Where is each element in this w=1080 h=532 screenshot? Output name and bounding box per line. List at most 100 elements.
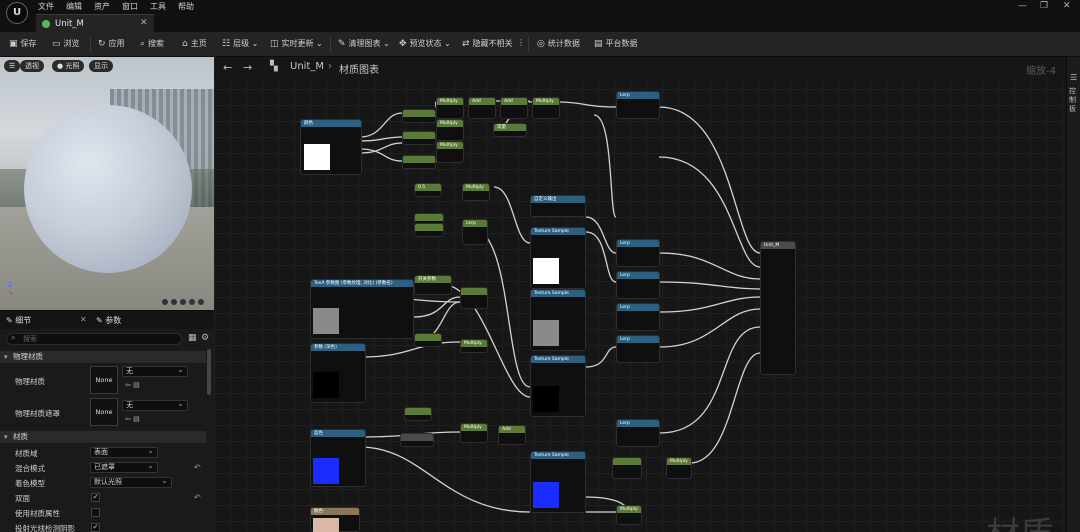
node-param-white[interactable]: 颜色 (300, 119, 362, 175)
node-texture-sample-1[interactable]: Texture Sample (530, 227, 586, 289)
search-button[interactable]: ⌕ 搜索 (140, 38, 164, 51)
preview-shape-sphere-icon[interactable] (161, 298, 169, 306)
menu-file[interactable]: 文件 (38, 1, 54, 12)
viewport-menu-icon[interactable]: ☰ (4, 60, 21, 72)
lit-button[interactable]: ● 光照 (52, 60, 85, 72)
close-window-button[interactable]: ✕ (1063, 1, 1071, 11)
node-const-7[interactable] (400, 433, 434, 447)
preview-shape-cylinder-icon[interactable] (179, 298, 187, 306)
phys-mask-picker[interactable]: 无 (122, 399, 188, 411)
node-multiply-4[interactable]: Multiply (436, 141, 464, 163)
reset-to-default-icon[interactable]: ↶ (194, 463, 201, 472)
blend-mode-select[interactable]: 已遮罩 (90, 461, 158, 473)
preview-shape-cube-icon[interactable] (170, 298, 178, 306)
preview-viewport[interactable]: ☰ 透视 ● 光照 显示 Z ↘↗ (0, 57, 214, 310)
tab-params[interactable]: ✎ 参数 (96, 315, 121, 326)
preview-shape-mesh-icon[interactable] (197, 298, 205, 306)
node-const-1[interactable]: 常量 (493, 123, 527, 137)
node-remap[interactable]: 自定义输出 (530, 195, 586, 217)
material-attributes-checkbox[interactable] (91, 508, 100, 517)
preview-state-dropdown[interactable]: ✥ 预览状态 ⌄ (399, 38, 451, 51)
phys-mask-thumbnail[interactable]: None (90, 398, 118, 426)
preview-shape-plane-icon[interactable] (188, 298, 196, 306)
node-multiply-9[interactable]: Multiply (616, 505, 642, 525)
node-lerp-4[interactable]: Lerp (616, 303, 660, 331)
home-button[interactable]: ⌂ 主页 (182, 38, 207, 51)
node-material-result[interactable]: Unit_M (760, 241, 796, 375)
node-multiply-7[interactable]: Multiply (460, 423, 488, 443)
node-lerp-2[interactable]: Lerp (616, 239, 660, 267)
palette-tab[interactable]: 控制板 (1069, 87, 1079, 114)
shading-model-select[interactable]: 默认光照 (90, 476, 172, 488)
node-multiply-2[interactable]: Multiply (532, 97, 560, 119)
palette-icon[interactable]: ☰ (1070, 73, 1077, 82)
table-view-icon[interactable]: ▦ (188, 333, 197, 343)
menu-tools[interactable]: 工具 (150, 1, 166, 12)
node-param-dark[interactable]: 参数 (深色) (310, 343, 366, 403)
section-material[interactable]: 材质 (0, 431, 206, 443)
details-search-input[interactable]: ⌕ 搜索 (6, 333, 182, 345)
node-multiply-5[interactable]: Multiply (462, 183, 490, 201)
minimize-button[interactable]: — (1018, 1, 1027, 11)
details-scrollbar[interactable] (207, 349, 211, 395)
node-mask-r[interactable] (402, 109, 436, 123)
use-selected-icon[interactable]: ⇦ ▤ (125, 415, 140, 423)
stats-button[interactable]: ◎ 统计数据 (537, 38, 580, 51)
tab-details[interactable]: ✎ 细节 (6, 315, 31, 326)
platform-stats-button[interactable]: ▤ 平台数据 (594, 38, 638, 51)
two-sided-checkbox[interactable]: ✔ (91, 493, 100, 502)
forward-arrow-icon[interactable]: → (243, 61, 252, 74)
apply-button[interactable]: ↻ 应用 (98, 38, 125, 51)
node-const-5[interactable] (414, 333, 442, 347)
node-mask-b[interactable] (402, 155, 436, 169)
node-multiply-6[interactable]: Multiply (460, 339, 488, 353)
phys-mat-thumbnail[interactable]: None (90, 366, 118, 394)
back-arrow-icon[interactable]: ← (223, 61, 232, 74)
node-add-3[interactable]: Add (498, 425, 526, 445)
browse-button[interactable]: ▭ 浏览 (52, 38, 80, 51)
phys-mat-picker[interactable]: 无 (122, 365, 188, 377)
material-graph-canvas[interactable]: ← → ▚ Unit_M › 材质图表 缩放-4 材质 颜色 Multiply … (214, 57, 1066, 532)
node-lerp-3[interactable]: Lerp (616, 271, 660, 299)
node-multiply-1[interactable]: Multiply (436, 97, 464, 119)
node-power[interactable] (460, 287, 488, 309)
hide-unrelated-button[interactable]: ⇄ 隐藏不相关 (462, 38, 513, 51)
node-param-texture[interactable]: TexA 参数图 (参数纹理, 对比) (参数名) (310, 279, 414, 339)
node-lerp-top[interactable]: Lerp (616, 91, 660, 119)
toolbar-more-icon[interactable]: ⋮ (517, 38, 525, 51)
unreal-logo-icon[interactable]: U (6, 2, 28, 24)
document-tab-unit-m[interactable]: Unit_M ✕ (36, 14, 154, 32)
menu-window[interactable]: 窗口 (122, 1, 138, 12)
node-const-6[interactable] (404, 407, 432, 421)
reset-to-default-icon[interactable]: ↶ (194, 493, 201, 502)
node-const-8[interactable] (612, 457, 642, 479)
live-update-dropdown[interactable]: ◫ 实时更新 ⌄ (270, 38, 323, 51)
menu-help[interactable]: 帮助 (178, 1, 194, 12)
node-add-2[interactable]: Add (500, 97, 528, 119)
node-mask-g[interactable] (402, 131, 436, 145)
domain-select[interactable]: 表面 (90, 446, 158, 458)
node-add-1[interactable]: Add (468, 97, 496, 119)
use-selected-icon[interactable]: ⇦ ▤ (125, 381, 140, 389)
node-const-2[interactable]: 0.5 (414, 183, 442, 197)
breadcrumb-leaf[interactable]: 材质图表 (339, 61, 379, 76)
close-tab-icon[interactable]: ✕ (140, 18, 148, 28)
save-button[interactable]: ▣ 保存 (9, 38, 37, 51)
node-multiply-3[interactable]: Multiply (436, 119, 464, 141)
maximize-button[interactable]: ❐ (1040, 1, 1048, 11)
node-texture-sample-3[interactable]: Texture Sample (530, 355, 586, 417)
node-multiply-8[interactable]: Multiply (666, 457, 692, 479)
clean-graph-dropdown[interactable]: ✎ 清理图表 ⌄ (338, 38, 390, 51)
show-button[interactable]: 显示 (89, 60, 113, 72)
close-details-tab-icon[interactable]: ✕ (80, 315, 87, 324)
node-lerp-5[interactable]: Lerp (616, 335, 660, 363)
node-switch[interactable]: 开关参数 (414, 275, 452, 295)
node-lerp-mid[interactable]: Lerp (462, 219, 488, 245)
node-texture-sample-4[interactable]: Texture Sample (530, 451, 586, 513)
node-param-tan[interactable]: 肤色 (310, 507, 360, 532)
hierarchy-dropdown[interactable]: ☷ 层级 ⌄ (222, 38, 258, 51)
section-physical-material[interactable]: 物理材质 (0, 351, 206, 363)
node-param-blue[interactable]: 蓝色 (310, 429, 366, 487)
menu-assets[interactable]: 资产 (94, 1, 110, 12)
raytraced-shadows-checkbox[interactable]: ✔ (91, 523, 100, 532)
